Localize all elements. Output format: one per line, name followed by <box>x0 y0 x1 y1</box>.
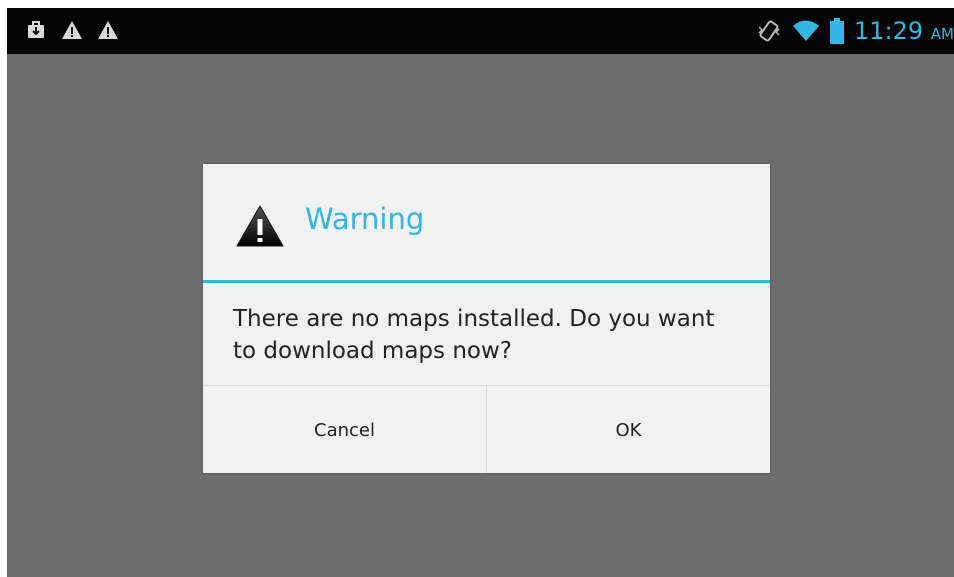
warning-icon <box>97 19 119 41</box>
warning-icon <box>235 204 285 252</box>
dialog-header: Warning <box>203 164 770 280</box>
ok-button[interactable]: OK <box>487 386 770 473</box>
dialog-title: Warning <box>305 202 425 236</box>
battery-icon <box>829 18 844 44</box>
status-bar: 11:29 AM <box>7 8 954 54</box>
clock-time: 11:29 <box>853 17 924 45</box>
warning-icon <box>61 19 83 41</box>
notification-area[interactable] <box>25 19 119 41</box>
download-briefcase-icon <box>25 19 47 41</box>
wifi-icon <box>792 19 820 43</box>
cancel-button[interactable]: Cancel <box>203 386 486 473</box>
dialog-title-divider <box>203 280 770 283</box>
dialog-button-bar: Cancel OK <box>203 385 770 473</box>
vibrate-icon <box>756 18 782 44</box>
status-clock: 11:29 AM <box>854 17 954 45</box>
clock-ampm: AM <box>930 25 954 43</box>
warning-dialog: Warning There are no maps installed. Do … <box>203 164 770 473</box>
android-screen: 11:29 AM Warning There are no maps insta… <box>7 8 954 577</box>
system-tray[interactable]: 11:29 AM <box>756 8 954 54</box>
dialog-message: There are no maps installed. Do you want… <box>233 306 715 364</box>
